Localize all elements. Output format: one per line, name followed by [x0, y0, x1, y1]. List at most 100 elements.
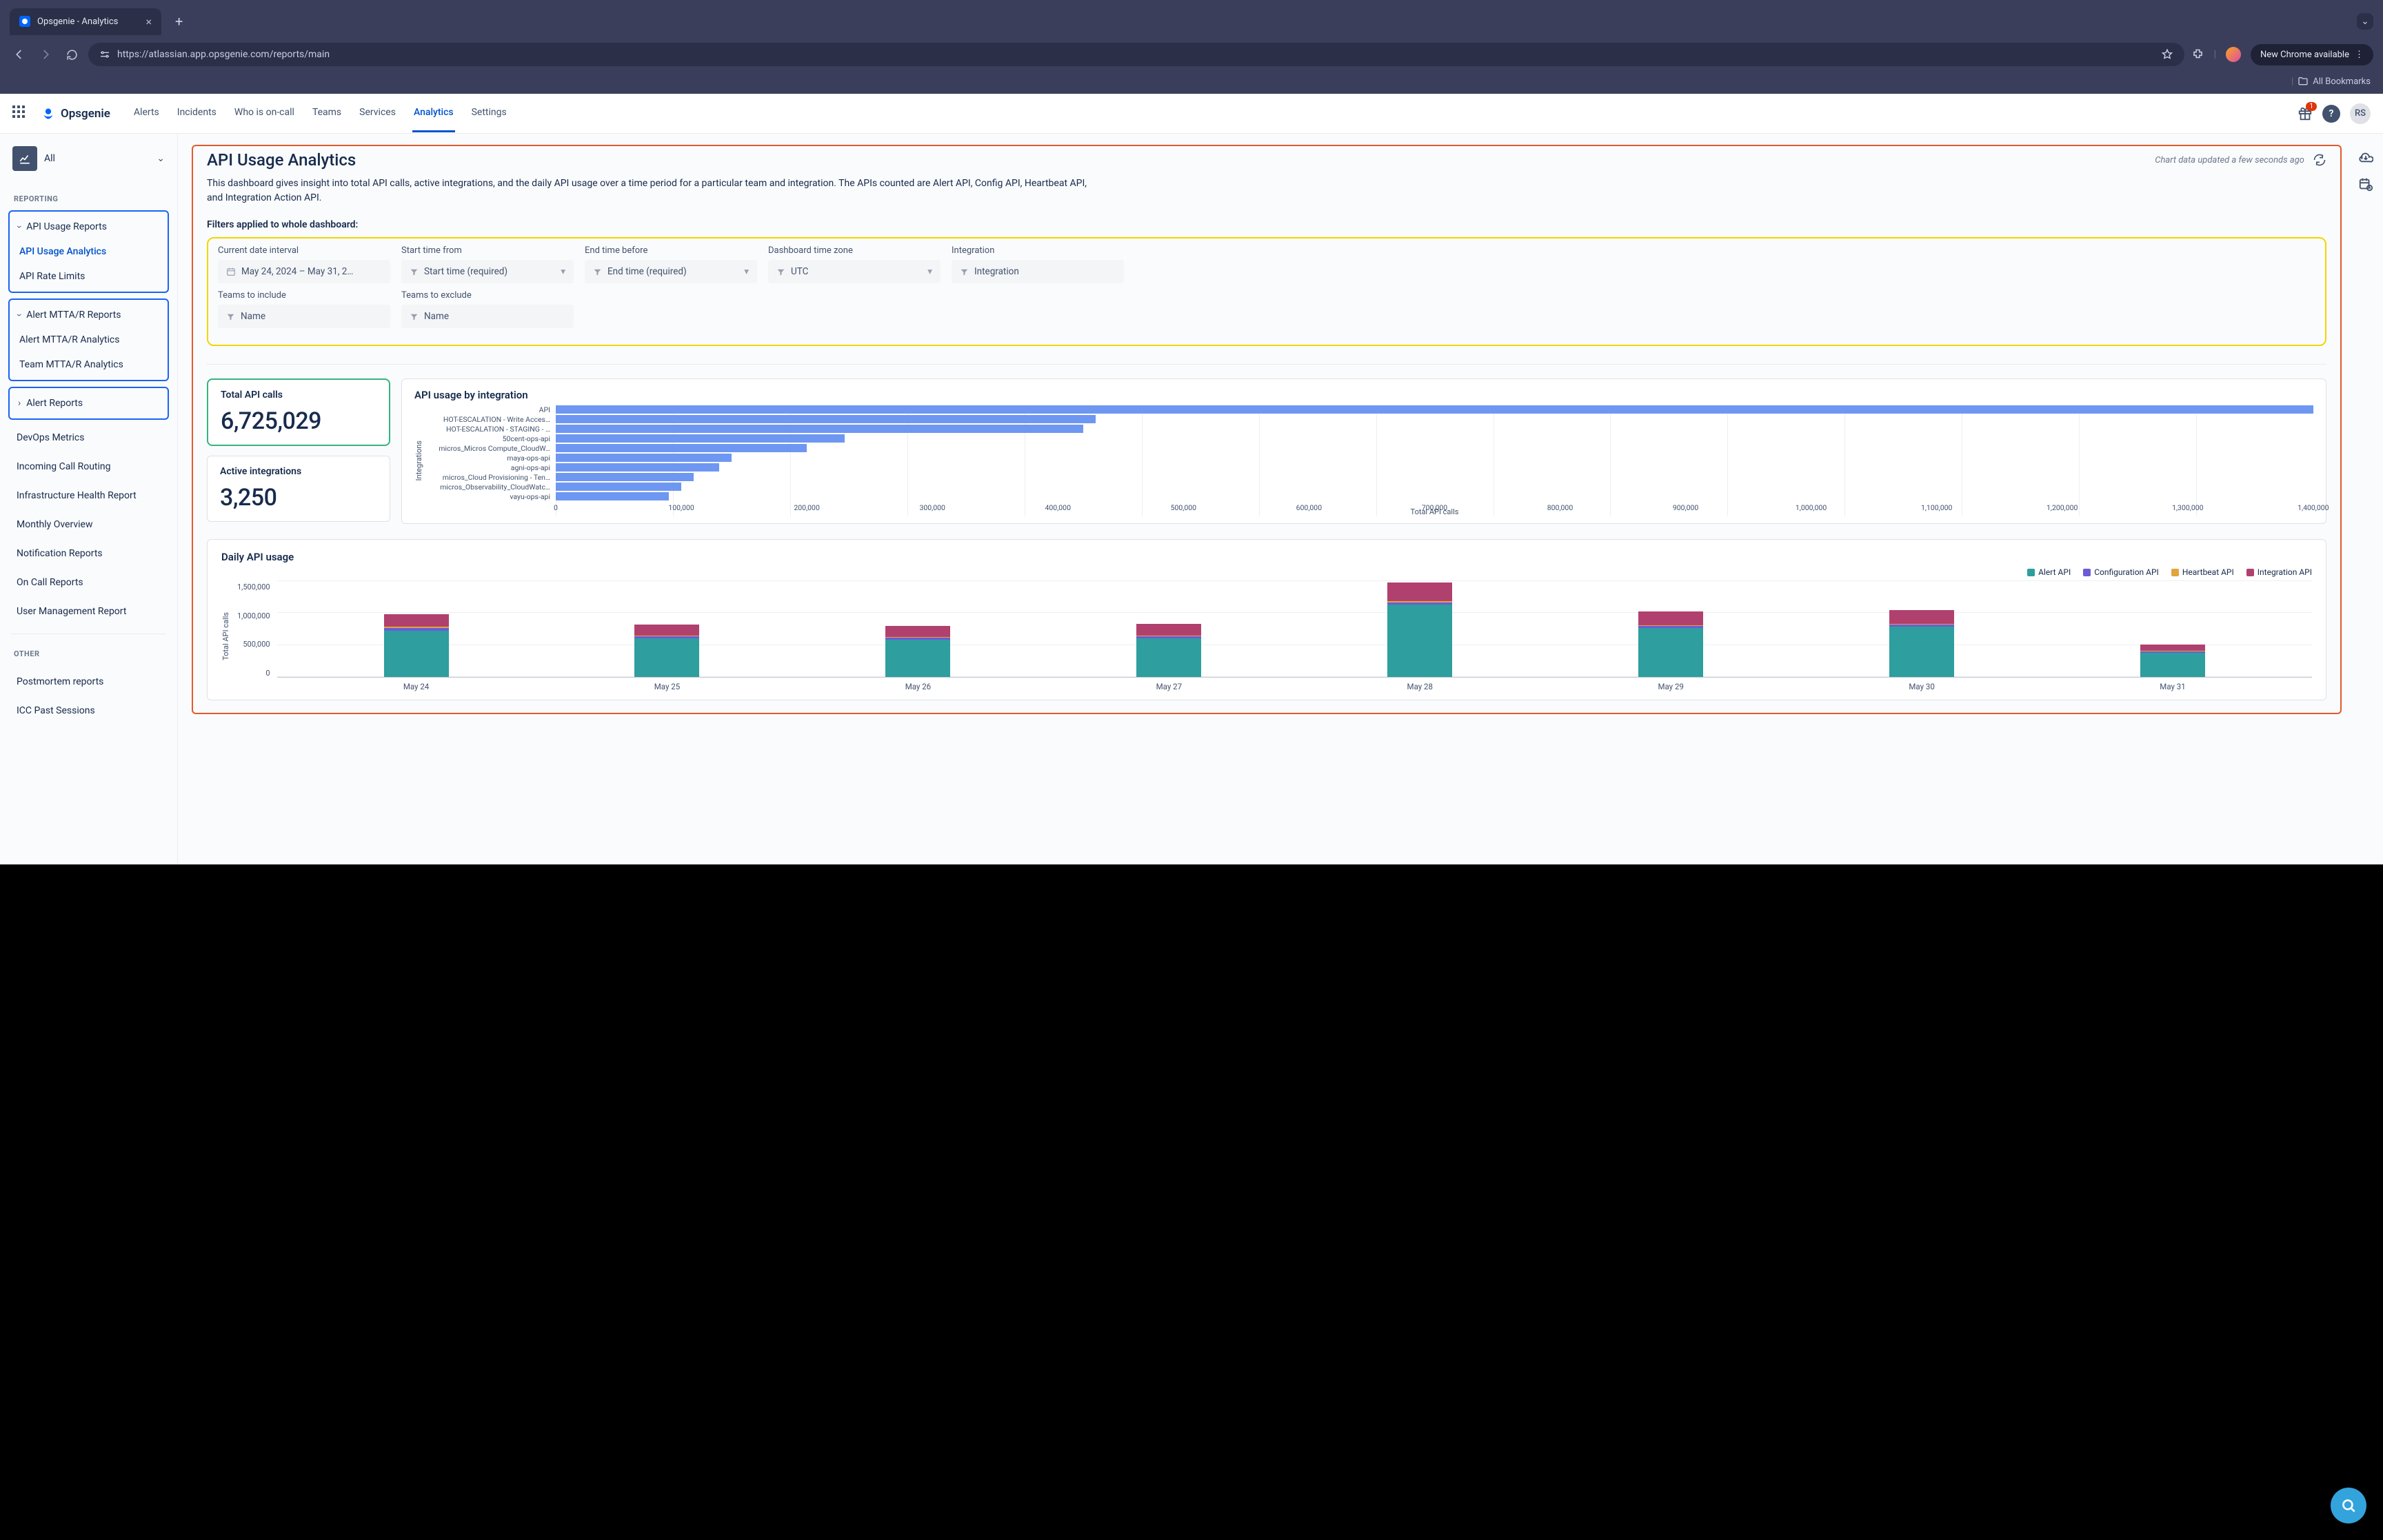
sidebar-item[interactable]: User Management Report [8, 599, 169, 624]
filter: End time beforeEnd time (required)▾ [585, 245, 757, 283]
profile-avatar-icon[interactable] [2226, 47, 2241, 62]
hbar-category-labels: APIHOT-ESCALATION - Write Acces…HOT-ESCA… [429, 405, 550, 516]
download-icon[interactable] [2358, 149, 2373, 164]
help-button[interactable]: ? [2322, 105, 2340, 123]
brand[interactable]: Opsgenie [41, 107, 110, 121]
nav-incidents[interactable]: Incidents [176, 94, 218, 132]
legend-item[interactable]: Heartbeat API [2171, 567, 2234, 577]
url-field[interactable]: https://atlassian.app.opsgenie.com/repor… [88, 43, 2184, 66]
hbar-bar[interactable] [556, 492, 669, 500]
hbar-bar[interactable] [556, 454, 732, 462]
sidebar-scope-selector[interactable]: All ⌄ [8, 143, 169, 174]
user-avatar[interactable]: RS [2350, 103, 2371, 124]
hbar-bar[interactable] [556, 425, 1083, 433]
sidebar-item[interactable]: Notification Reports [8, 541, 169, 566]
hbar-bar[interactable] [556, 444, 807, 452]
hbar-plot: 0100,000200,000300,000400,000500,000600,… [556, 405, 2313, 516]
sidebar-item[interactable]: ICC Past Sessions [8, 698, 169, 723]
gift-button[interactable]: 1 [2297, 106, 2313, 121]
new-chrome-pill[interactable]: New Chrome available ⋮ [2251, 44, 2373, 65]
daily-ylabel: Total API calls [221, 612, 230, 660]
sidebar-item[interactable]: On Call Reports [8, 570, 169, 595]
app-switcher-icon[interactable] [12, 105, 29, 122]
site-settings-icon[interactable] [99, 49, 110, 60]
sidebar: All ⌄ REPORTING API Usage ReportsAPI Usa… [0, 134, 178, 864]
filter-control[interactable]: Integration [952, 260, 1124, 283]
sidebar-item[interactable]: Incoming Call Routing [8, 454, 169, 479]
hbar-bar[interactable] [556, 415, 1096, 423]
filter-control[interactable]: End time (required)▾ [585, 260, 757, 283]
sidebar-group: Alert MTTA/R ReportsAlert MTTA/R Analyti… [8, 298, 169, 381]
nav-settings[interactable]: Settings [470, 94, 508, 132]
stack-segment [384, 631, 449, 677]
sidebar-item[interactable]: API Usage Analytics [10, 239, 168, 264]
filter-control[interactable]: Name [218, 305, 390, 328]
forward-button[interactable] [36, 45, 55, 64]
daily-stack[interactable] [1638, 611, 1703, 677]
sidebar-group-toggle[interactable]: Alert Reports [10, 391, 168, 416]
schedule-icon[interactable] [2358, 176, 2373, 192]
refresh-icon[interactable] [2313, 153, 2326, 167]
daily-stack[interactable] [384, 614, 449, 677]
new-tab-button[interactable]: + [167, 8, 191, 35]
daily-stack[interactable] [885, 626, 950, 677]
extensions-icon[interactable] [2191, 48, 2204, 61]
sidebar-item[interactable]: Monthly Overview [8, 512, 169, 537]
hbar-bar[interactable] [556, 434, 845, 443]
sidebar-item[interactable]: Team MTTA/R Analytics [10, 352, 168, 377]
sidebar-item[interactable]: DevOps Metrics [8, 425, 169, 450]
filter-label: Dashboard time zone [768, 245, 941, 256]
sidebar-group-toggle[interactable]: API Usage Reports [10, 214, 168, 239]
chevron-down-icon: ▾ [744, 266, 749, 277]
reload-button[interactable] [62, 45, 81, 64]
legend-item[interactable]: Configuration API [2083, 567, 2159, 577]
sidebar-group-toggle[interactable]: Alert MTTA/R Reports [10, 303, 168, 327]
filter-value: Name [241, 311, 265, 322]
opsgenie-logo-icon [41, 107, 55, 121]
bookmarks-folder-icon[interactable] [2297, 76, 2309, 87]
page-description: This dashboard gives insight into total … [207, 176, 1089, 205]
tabs-dropdown-icon[interactable]: ⌄ [2357, 13, 2373, 30]
legend-item[interactable]: Integration API [2246, 567, 2312, 577]
daily-stack[interactable] [1136, 624, 1201, 677]
nav-services[interactable]: Services [358, 94, 397, 132]
filter-label: Integration [952, 245, 1124, 256]
chart-legend: Alert API Configuration API Heartbeat API I… [221, 567, 2312, 577]
filter-control[interactable]: Name [401, 305, 574, 328]
daily-stack[interactable] [1387, 582, 1452, 677]
browser-tab[interactable]: Opsgenie - Analytics × [10, 8, 161, 35]
close-tab-icon[interactable]: × [145, 15, 152, 28]
nav-alerts[interactable]: Alerts [132, 94, 161, 132]
star-icon[interactable] [2161, 48, 2173, 61]
floating-help-button[interactable] [2331, 1488, 2366, 1523]
top-nav: Alerts Incidents Who is on-call Teams Servic… [132, 94, 508, 132]
nav-teams[interactable]: Teams [311, 94, 343, 132]
nav-who-is-on-call[interactable]: Who is on-call [233, 94, 296, 132]
daily-stack[interactable] [1889, 610, 1954, 677]
filter-control[interactable]: Start time (required)▾ [401, 260, 574, 283]
funnel-icon [226, 312, 235, 321]
filter-control[interactable]: UTC▾ [768, 260, 941, 283]
stack-segment [634, 638, 699, 677]
sidebar-item[interactable]: Alert MTTA/R Analytics [10, 327, 168, 352]
daily-stack[interactable] [2140, 645, 2205, 677]
chevron-down-icon: ▾ [561, 266, 565, 277]
nav-analytics[interactable]: Analytics [412, 94, 455, 132]
hbar-bar[interactable] [556, 473, 694, 481]
main: API Usage Analytics Chart data updated a… [178, 134, 2383, 864]
filter-control[interactable]: May 24, 2024 – May 31, 2… [218, 260, 390, 283]
filter-label: Start time from [401, 245, 574, 256]
sidebar-item[interactable]: API Rate Limits [10, 264, 168, 289]
hbar-bar[interactable] [556, 483, 681, 491]
daily-grid [277, 581, 2312, 678]
sidebar-item[interactable]: Infrastructure Health Report [8, 483, 169, 508]
legend-item[interactable]: Alert API [2027, 567, 2071, 577]
all-bookmarks-link[interactable]: All Bookmarks [2313, 77, 2371, 87]
hbar-bar[interactable] [556, 405, 2313, 414]
back-button[interactable] [10, 45, 29, 64]
daily-yaxis: 1,500,0001,000,000500,0000 [237, 581, 270, 678]
hbar-bar[interactable] [556, 463, 719, 472]
stack-segment [2140, 645, 2205, 651]
sidebar-item[interactable]: Postmortem reports [8, 669, 169, 694]
daily-stack[interactable] [634, 625, 699, 677]
